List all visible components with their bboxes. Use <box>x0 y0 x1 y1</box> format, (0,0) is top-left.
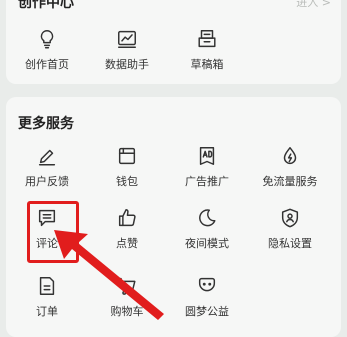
chart-icon <box>118 30 136 48</box>
pointer-arrow-icon <box>54 230 164 320</box>
more-services-title: 更多服务 <box>18 116 74 132</box>
charity-icon <box>198 277 216 292</box>
creation-center-title: 创作中心 <box>18 0 74 11</box>
drafts-label: 草稿箱 <box>190 58 224 71</box>
wallet-icon <box>118 147 136 165</box>
privacy-shield-icon <box>281 208 299 228</box>
wallet-label: 钱包 <box>116 175 138 188</box>
creation-home-button[interactable]: 创作首页 <box>6 28 88 80</box>
edit-icon <box>38 149 56 166</box>
data-assistant-label: 数据助手 <box>105 58 149 71</box>
moon-icon <box>199 209 216 227</box>
data-assistant-button[interactable]: 数据助手 <box>86 28 168 80</box>
night-mode-label: 夜间模式 <box>185 237 229 250</box>
privacy-settings-button[interactable]: 隐私设置 <box>249 207 331 259</box>
enter-link[interactable]: 进入 > <box>296 0 331 10</box>
ad-promotion-label: 广告推广 <box>185 175 229 188</box>
user-feedback-button[interactable]: 用户反馈 <box>6 145 88 197</box>
creation-home-label: 创作首页 <box>25 58 69 71</box>
charity-button[interactable]: 圆梦公益 <box>166 275 248 327</box>
data-free-service-button[interactable]: 免流量服务 <box>249 145 331 197</box>
night-mode-button[interactable]: 夜间模式 <box>166 207 248 259</box>
wallet-button[interactable]: 钱包 <box>86 145 168 197</box>
creation-center-card: 创作中心 进入 > 创作首页 数据助手 草稿箱 <box>6 0 341 84</box>
ad-icon <box>199 147 215 165</box>
charity-label: 圆梦公益 <box>185 305 229 318</box>
privacy-settings-label: 隐私设置 <box>268 237 312 250</box>
user-feedback-label: 用户反馈 <box>25 175 69 188</box>
drafts-icon <box>198 30 216 48</box>
data-drop-icon <box>283 147 297 164</box>
lightbulb-icon <box>40 30 54 49</box>
data-free-service-label: 免流量服务 <box>262 175 318 188</box>
ad-promotion-button[interactable]: 广告推广 <box>166 145 248 197</box>
thumbs-up-icon <box>118 209 136 227</box>
drafts-button[interactable]: 草稿箱 <box>166 28 248 80</box>
